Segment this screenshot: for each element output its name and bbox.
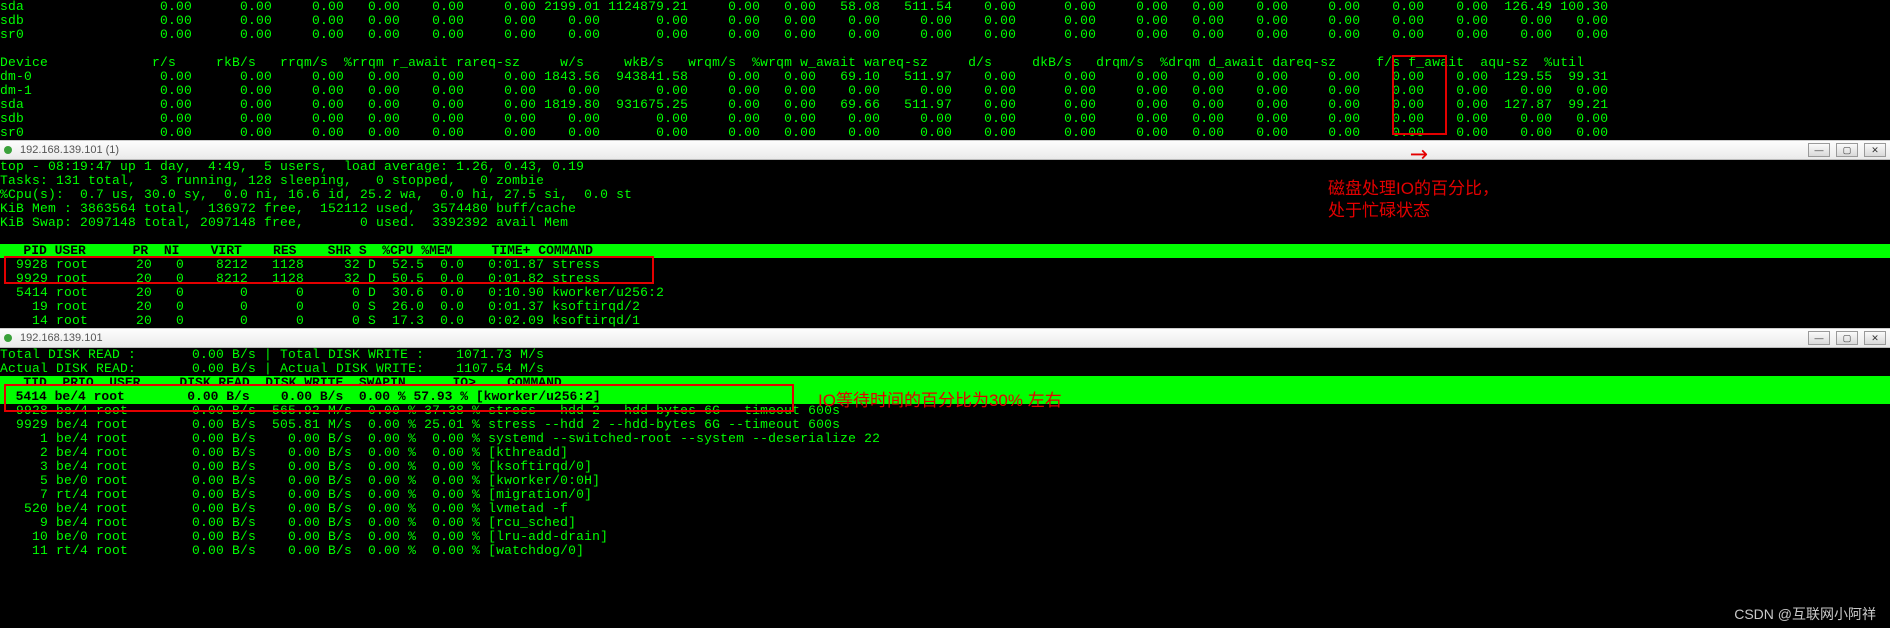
top-rows: 9928 root 20 0 8212 1128 32 D 52.5 0.0 0… bbox=[0, 258, 1890, 328]
window-title-1: 192.168.139.101 (1) bbox=[20, 144, 119, 156]
top-line-3: %Cpu(s): 0.7 us, 30.0 sy, 0.0 ni, 16.6 i… bbox=[0, 188, 1890, 202]
top-line-1: top - 08:19:47 up 1 day, 4:49, 5 users, … bbox=[0, 160, 1890, 174]
iostat-header: Device r/s rkB/s rrqm/s %rrqm r_await ra… bbox=[0, 56, 1890, 70]
window-titlebar-1: 192.168.139.101 (1) — ▢ ✕ bbox=[0, 140, 1890, 160]
top-blank bbox=[0, 230, 1890, 244]
window-title-2: 192.168.139.101 bbox=[20, 332, 103, 344]
status-dot-icon bbox=[4, 146, 12, 154]
iotop-header: TID PRIO USER DISK READ DISK WRITE SWAPI… bbox=[0, 376, 1890, 390]
status-dot-icon bbox=[4, 334, 12, 342]
minimize-button[interactable]: — bbox=[1808, 143, 1830, 157]
top-line-4: KiB Mem : 3863564 total, 136972 free, 15… bbox=[0, 202, 1890, 216]
iotop-line-1: Total DISK READ : 0.00 B/s | Total DISK … bbox=[0, 348, 1890, 362]
top-line-5: KiB Swap: 2097148 total, 2097148 free, 0… bbox=[0, 216, 1890, 230]
iostat-blank bbox=[0, 42, 1890, 56]
iostat-rows-1: sda 0.00 0.00 0.00 0.00 0.00 0.00 2199.0… bbox=[0, 0, 1890, 42]
csdn-watermark: CSDN @互联网小阿祥 bbox=[1734, 604, 1876, 624]
close-button[interactable]: ✕ bbox=[1864, 143, 1886, 157]
iotop-line-2: Actual DISK READ: 0.00 B/s | Actual DISK… bbox=[0, 362, 1890, 376]
window-titlebar-2: 192.168.139.101 — ▢ ✕ bbox=[0, 328, 1890, 348]
iotop-rows: 9928 be/4 root 0.00 B/s 565.92 M/s 0.00 … bbox=[0, 404, 1890, 558]
maximize-button[interactable]: ▢ bbox=[1836, 143, 1858, 157]
top-line-2: Tasks: 131 total, 3 running, 128 sleepin… bbox=[0, 174, 1890, 188]
close-button[interactable]: ✕ bbox=[1864, 331, 1886, 345]
iotop-selected-row: 5414 be/4 root 0.00 B/s 0.00 B/s 0.00 % … bbox=[0, 390, 1890, 404]
top-header: PID USER PR NI VIRT RES SHR S %CPU %MEM … bbox=[0, 244, 1890, 258]
iostat-rows-2: dm-0 0.00 0.00 0.00 0.00 0.00 0.00 1843.… bbox=[0, 70, 1890, 140]
minimize-button[interactable]: — bbox=[1808, 331, 1830, 345]
maximize-button[interactable]: ▢ bbox=[1836, 331, 1858, 345]
